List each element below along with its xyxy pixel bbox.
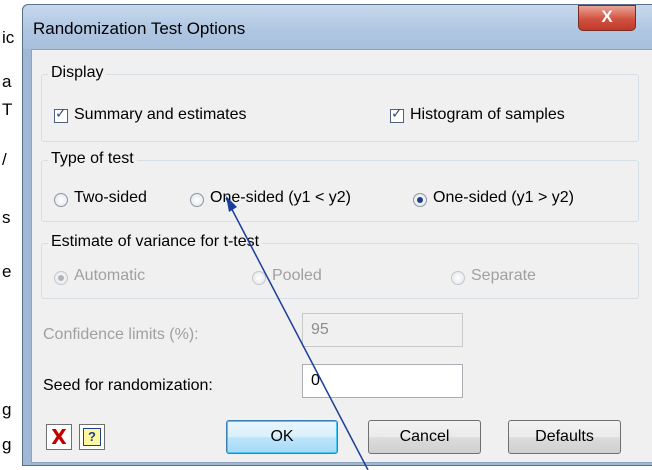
annotation-arrow (225, 196, 369, 470)
annotation-arrow-line (225, 197, 369, 470)
annotation-arrow-head (226, 196, 237, 212)
